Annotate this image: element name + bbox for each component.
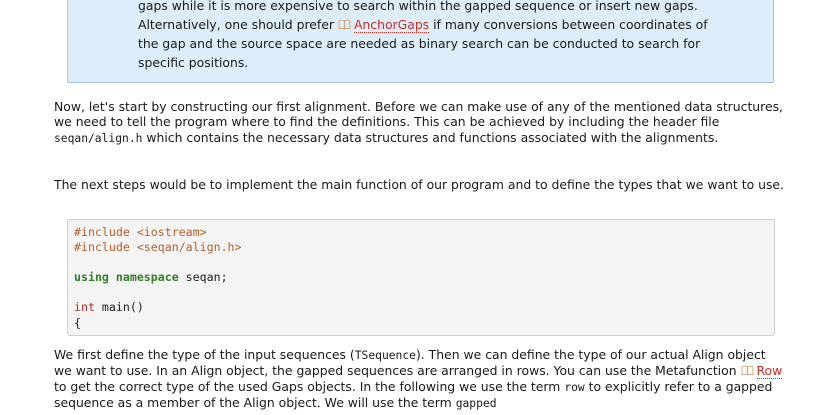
note-line-2-post: if many conversions between coordinates … (429, 17, 708, 32)
row-link[interactable]: Row (741, 363, 783, 380)
code-block: #include <iostream> #include <seqan/alig… (67, 219, 775, 336)
note-line-4: specific positions. (138, 55, 249, 70)
intro-paragraph: Now, let's start by constructing our fir… (54, 99, 784, 146)
code-line-main: int main() (74, 300, 242, 315)
code-line-using: using namespace seqan; (74, 270, 242, 285)
gapped-code: gapped (455, 396, 497, 410)
code-lines: #include <iostream> #include <seqan/alig… (74, 225, 242, 331)
header-file-code: seqan/align.h (54, 131, 143, 145)
code-line-include-iostream: #include <iostream> (74, 225, 207, 239)
main-signature: main() (94, 300, 144, 315)
anchorgaps-link-label: AnchorGaps (353, 17, 430, 33)
row-code: row (564, 380, 585, 394)
note-line-1: gaps while it is more expensive to searc… (138, 0, 698, 13)
book-icon (741, 365, 753, 376)
tsequence-code: TSequence (354, 349, 416, 362)
book-icon (338, 19, 351, 30)
types-text-1: We first define the type of the input se… (54, 347, 355, 362)
types-paragraph: We first define the type of the input se… (54, 347, 784, 411)
anchorgaps-link[interactable]: AnchorGaps (338, 17, 430, 33)
code-line-open-brace: { (74, 315, 81, 330)
note-line-2-pre: Alternatively, one should prefer (138, 17, 338, 32)
types-text-3: to get the correct type of the used Gaps… (54, 378, 565, 394)
row-link-label: Row (756, 363, 783, 380)
info-note-text: gaps while it is more expensive to searc… (138, 0, 770, 72)
int-keyword: int (74, 300, 95, 315)
next-steps-paragraph: The next steps would be to implement the… (54, 177, 784, 192)
intro-text-post: which contains the necessary data struct… (142, 129, 719, 145)
intro-text-pre: Now, let's start by constructing our fir… (54, 99, 783, 130)
using-keyword: using namespace (74, 270, 179, 285)
code-line-include-align: #include <seqan/align.h> (74, 240, 242, 255)
using-rest: seqan; (178, 270, 228, 285)
note-line-3: the gap and the source space are needed … (138, 36, 701, 51)
